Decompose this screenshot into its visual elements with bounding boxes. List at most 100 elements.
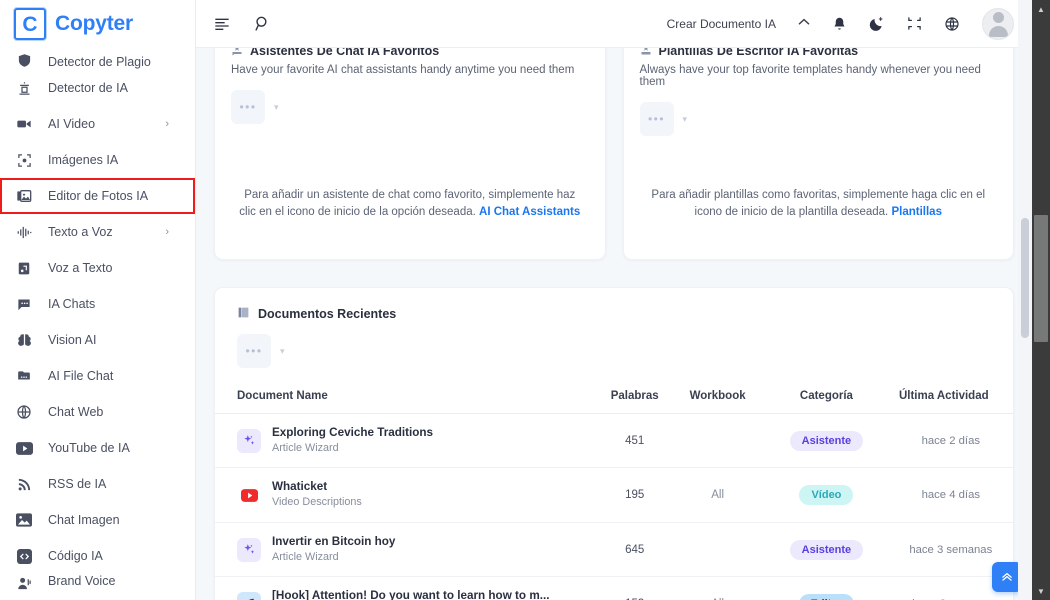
sidebar-item-rss-de-ia[interactable]: RSS de IA (0, 466, 195, 502)
placeholder-tile[interactable]: ••• (639, 102, 674, 136)
code-icon (14, 547, 34, 565)
sidebar-item-chat-web[interactable]: Chat Web (0, 394, 195, 430)
palabras-cell: 451 (598, 413, 671, 469)
status-badge: Asistente (789, 539, 864, 560)
section-title: Documentos Recientes (258, 307, 397, 321)
globe-icon[interactable] (944, 16, 960, 32)
document-title: Invertir en Bitcoin hoy (272, 534, 396, 548)
documents-table: Document Name Palabras Workbook Categorí… (215, 390, 1013, 600)
browser-scrollbar-thumb[interactable] (1034, 215, 1048, 342)
favorite-templates-card: Plantillas De Escritor IA Favoritas Alwa… (622, 48, 1014, 260)
collapse-icon[interactable] (907, 16, 922, 31)
sidebar-item-vision-ai[interactable]: Vision AI (0, 322, 195, 358)
browser-scrollbar[interactable]: ▲ ▼ (1032, 0, 1050, 600)
sidebar-item-brand-voice[interactable]: Brand Voice (0, 574, 195, 594)
favorites-cards-row: Asistentes De Chat IA Favoritos Have you… (196, 48, 1032, 260)
card-footer-link[interactable]: Plantillas (891, 206, 942, 218)
sidebar-item-detector-de-plagio[interactable]: Detector de Plagio (0, 48, 195, 70)
rss-icon (14, 475, 34, 493)
sidebar-item-texto-a-voz[interactable]: Texto a Voz › (0, 214, 195, 250)
picture-icon (14, 511, 34, 529)
chevron-up-icon (798, 18, 810, 29)
card-footer-link[interactable]: AI Chat Assistants (479, 206, 580, 218)
workbook-cell: All (671, 577, 764, 600)
brand-logo[interactable]: C Copyter (0, 0, 195, 48)
user-avatar[interactable] (982, 7, 1014, 40)
shield-icon (14, 51, 34, 69)
card-subtitle: Have your favorite AI chat assistants ha… (231, 64, 575, 76)
sidebar-item-voz-a-texto[interactable]: Voz a Texto (0, 250, 195, 286)
table-row[interactable]: [Hook] Attention! Do you want to learn h… (215, 577, 1013, 600)
sidebar-item-ia-chats[interactable]: IA Chats (0, 286, 195, 322)
recent-documents-header: Documentos Recientes (215, 288, 1013, 322)
table-row[interactable]: Exploring Ceviche Traditions Article Wiz… (215, 413, 1013, 469)
column-ultima-actividad: Última Actividad (888, 390, 1013, 414)
card-footer: Para añadir plantillas como favoritas, s… (624, 187, 1014, 222)
app-window: C Copyter Detector de Plagio Detector de… (0, 0, 1050, 600)
scrollbar-down-arrow[interactable]: ▼ (1032, 584, 1050, 598)
create-document-label: Crear Documento IA (666, 16, 776, 31)
card-placeholder-row: ••• ▾ (231, 90, 605, 124)
chevron-down-icon[interactable]: ▾ (280, 346, 285, 357)
brand-mark-icon: C (14, 8, 46, 40)
placeholder-tile[interactable]: ••• (237, 334, 271, 368)
placeholder-dots: ••• (239, 100, 257, 114)
document-subtitle: Article Wizard (272, 550, 339, 563)
youtube-icon (14, 439, 34, 457)
sidebar-nav: Detector de Plagio Detector de IA AI Vid… (0, 48, 195, 594)
sidebar-item-label: Imágenes IA (48, 153, 119, 167)
column-workbook: Workbook (670, 390, 765, 414)
placeholder-tile[interactable]: ••• (231, 90, 265, 124)
sidebar-item-chat-imagen[interactable]: Chat Imagen (0, 502, 195, 538)
recent-documents-card: Documentos Recientes ••• ▾ Document Name… (214, 287, 1014, 600)
actividad-cell: hace 2 días (888, 413, 1013, 469)
sidebar: C Copyter Detector de Plagio Detector de… (0, 0, 196, 600)
card-title: Plantillas De Escritor IA Favoritas (658, 48, 859, 56)
bell-icon[interactable] (832, 16, 847, 32)
ai-detector-icon (14, 79, 34, 97)
list-menu-icon[interactable] (214, 16, 230, 32)
sparkles-icon (237, 428, 261, 453)
brand-name: Copyter (55, 12, 133, 35)
chevron-down-icon[interactable]: ▾ (683, 114, 688, 125)
avatar-head (992, 11, 1004, 23)
table-row[interactable]: Invertir en Bitcoin hoy Article Wizard 6… (215, 522, 1013, 578)
main-content: Asistentes De Chat IA Favoritos Have you… (196, 48, 1032, 600)
sidebar-item-ai-file-chat[interactable]: AI File Chat (0, 358, 195, 394)
status-badge: Asistente (789, 430, 864, 451)
column-palabras: Palabras (598, 390, 671, 414)
sidebar-item-label: Chat Web (48, 405, 104, 419)
chat-bubble-icon (14, 295, 34, 313)
moon-icon[interactable] (869, 16, 885, 32)
search-icon[interactable] (254, 15, 271, 32)
sparkles-icon (237, 537, 261, 562)
globe-icon (14, 403, 34, 421)
scrollbar-up-arrow[interactable]: ▲ (1032, 2, 1050, 16)
card-title: Asistentes De Chat IA Favoritos (250, 48, 440, 56)
avatar-glyph (983, 9, 1013, 39)
categoria-cell: Vídeo (764, 467, 889, 523)
card-subtitle: Always have your top favorite templates … (639, 64, 981, 88)
sidebar-item-imagenes-ia[interactable]: Imágenes IA (0, 142, 195, 178)
table-row[interactable]: Whaticket Video Descriptions 195 All Víd… (215, 467, 1013, 523)
chevron-down-icon[interactable]: ▾ (274, 102, 279, 113)
sidebar-item-ai-video[interactable]: AI Video › (0, 106, 195, 142)
sidebar-item-label: Código IA (48, 549, 103, 563)
chat-star-icon (231, 48, 243, 56)
sidebar-item-label: Detector de IA (48, 81, 128, 95)
document-name-cell: Invertir en Bitcoin hoy Article Wizard (215, 522, 599, 578)
sidebar-item-detector-de-ia[interactable]: Detector de IA (0, 70, 195, 106)
image-frame-icon (14, 151, 34, 169)
avatar-body (988, 25, 1008, 37)
sidebar-item-youtube-de-ia[interactable]: YouTube de IA (0, 430, 195, 466)
sidebar-item-codigo-ia[interactable]: Código IA (0, 538, 195, 574)
palabras-cell: 195 (598, 467, 671, 523)
create-document-dropdown[interactable]: Crear Documento IA (667, 17, 810, 31)
brand-voice-icon (14, 574, 34, 592)
page-scrollbar[interactable] (1018, 0, 1032, 600)
photo-editor-icon (14, 187, 34, 205)
document-name-cell: Exploring Ceviche Traditions Article Wiz… (215, 413, 599, 469)
page-scrollbar-thumb[interactable] (1021, 218, 1029, 338)
file-chat-icon (14, 367, 34, 385)
sidebar-item-editor-de-fotos-ia[interactable]: Editor de Fotos IA (0, 178, 195, 214)
